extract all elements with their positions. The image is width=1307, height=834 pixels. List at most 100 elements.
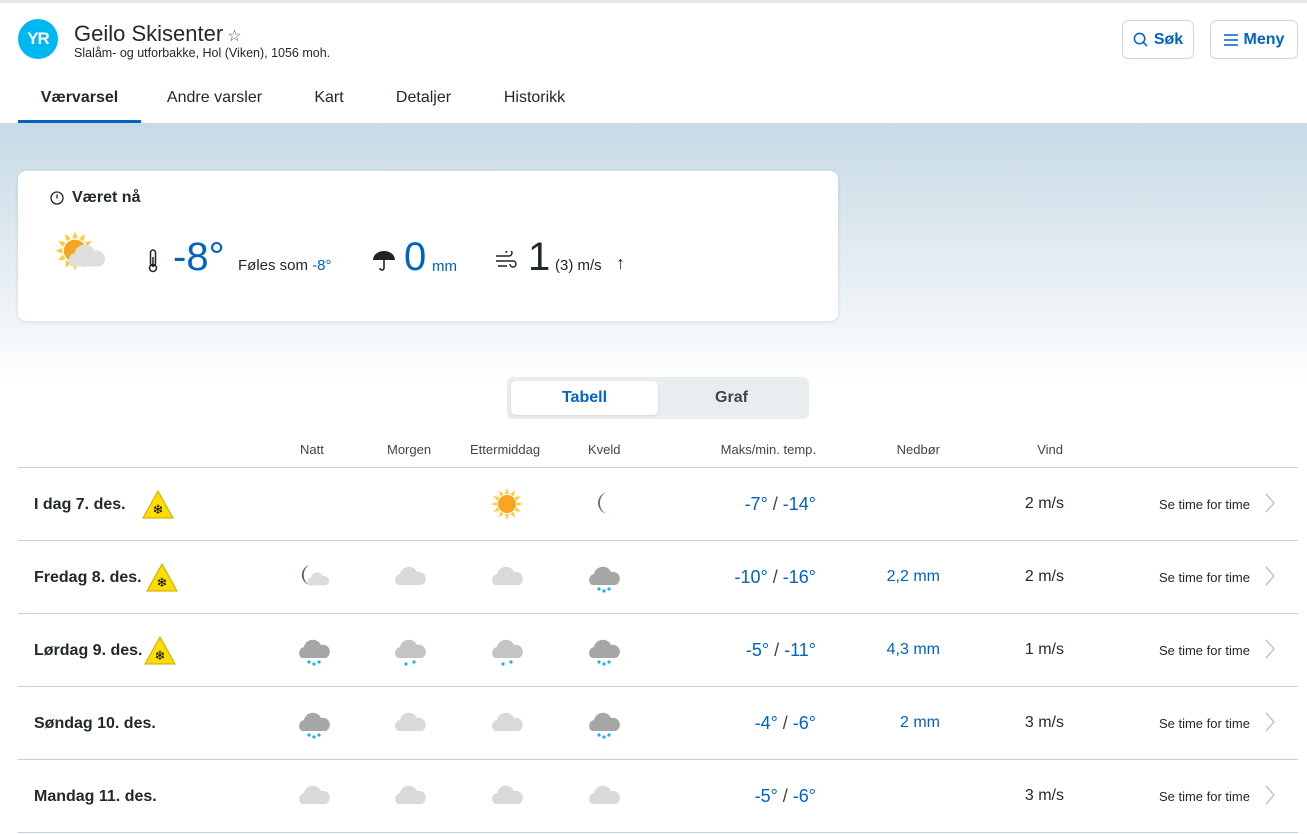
menu-label: Meny: [1243, 30, 1285, 48]
current-weather-heading: Været nå: [50, 189, 140, 207]
feels-like: Føles som -8°: [238, 257, 332, 274]
current-weather-card: Været nå -8° Føles som -8° 0 mm 1 (3) m/…: [18, 171, 838, 321]
current-wind: 1: [528, 235, 551, 279]
cloudy-icon: [487, 705, 527, 741]
thermometer-icon: [148, 249, 158, 273]
precipitation: 2,2 mm: [886, 568, 940, 585]
snow-warning-icon[interactable]: ❄: [144, 635, 176, 670]
location-title: Geilo Skisenter ☆: [74, 21, 242, 47]
table-view-button[interactable]: Tabell: [511, 381, 658, 415]
min-temp: -14°: [782, 494, 816, 514]
hour-by-hour-link[interactable]: Se time for time: [1159, 789, 1250, 804]
clock-icon: [50, 191, 64, 205]
precipitation: 2 mm: [900, 714, 940, 731]
heavy-snow-icon: [294, 705, 334, 741]
light-snow-icon: [390, 632, 430, 668]
heavy-snow-icon: [584, 559, 624, 595]
max-temp: -5°: [754, 786, 778, 806]
wind-direction-arrow-icon: ↑: [616, 253, 625, 273]
forecast-row[interactable]: Søndag 10. des. -4° / -6° 2 mm 3 m/s Se time…: [18, 686, 1298, 759]
search-label: Søk: [1153, 30, 1184, 48]
graph-view-button[interactable]: Graf: [658, 381, 805, 415]
col-wind: Vind: [1037, 442, 1063, 457]
light-snow-icon: [487, 632, 527, 668]
max-temp: -5°: [745, 640, 770, 660]
max-temp: -7°: [744, 494, 768, 514]
cloudy-icon: [390, 705, 430, 741]
hour-by-hour-link[interactable]: Se time for time: [1159, 643, 1250, 658]
max-min-temp: -5° / -11°: [745, 640, 816, 660]
forecast-row[interactable]: I dag 7. des. ❄ -7° / -14° 2 m/s Se time for…: [18, 467, 1298, 540]
wind-unit: m/s: [577, 257, 602, 274]
chevron-right-icon[interactable]: [1264, 492, 1276, 514]
day-label: Mandag 11. des.: [34, 788, 157, 805]
wind-gust: (3): [555, 257, 574, 274]
yr-logo[interactable]: YR: [18, 19, 58, 59]
chevron-right-icon[interactable]: [1264, 711, 1276, 733]
tab-kart[interactable]: Kart: [288, 86, 370, 123]
main-tabs: Værvarsel Andre varsler Kart Detaljer Hi…: [18, 86, 592, 123]
max-temp: -10°: [734, 567, 768, 587]
cloudy-icon: [584, 778, 624, 814]
min-temp: -16°: [782, 567, 816, 587]
min-temp: -11°: [784, 640, 816, 660]
svg-text:❄: ❄: [157, 575, 168, 590]
partly-cloudy-night-icon: [294, 559, 334, 595]
hamburger-icon: [1223, 33, 1238, 46]
tab-detaljer[interactable]: Detaljer: [370, 86, 477, 123]
top-border: [0, 0, 1307, 3]
wind-speed: 1 m/s: [1024, 641, 1064, 658]
min-temp: -6°: [792, 713, 816, 733]
search-icon: [1133, 32, 1148, 47]
max-min-temp: -7° / -14°: [744, 494, 816, 514]
table-bottom-border: [18, 832, 1298, 833]
day-label: Fredag 8. des.: [34, 569, 142, 586]
favorite-star-icon[interactable]: ☆: [227, 28, 241, 45]
cloudy-icon: [390, 559, 430, 595]
cloudy-icon: [390, 778, 430, 814]
menu-button[interactable]: Meny: [1210, 20, 1298, 59]
umbrella-icon: [373, 251, 395, 271]
current-precipitation: 0: [404, 235, 427, 279]
location-subtitle: Slalåm- og utforbakke, Hol (Viken), 1056…: [74, 46, 331, 60]
chevron-right-icon[interactable]: [1264, 565, 1276, 587]
max-temp: -4°: [754, 713, 778, 733]
cloudy-icon: [487, 778, 527, 814]
chevron-right-icon[interactable]: [1264, 638, 1276, 660]
tab-vaervarsel[interactable]: Værvarsel: [18, 86, 141, 123]
max-min-temp: -5° / -6°: [754, 786, 816, 806]
precipitation-unit: mm: [432, 258, 457, 275]
cloudy-icon: [294, 778, 334, 814]
heading-text: Været nå: [72, 189, 141, 206]
wind-speed: 2 m/s: [1024, 568, 1064, 585]
forecast-row[interactable]: Fredag 8. des. ❄ -10° / -16° 2,2 mm 2 m/s Se …: [18, 540, 1298, 613]
svg-text:❄: ❄: [155, 648, 166, 663]
max-min-temp: -10° / -16°: [734, 567, 816, 587]
cloudy-icon: [487, 559, 527, 595]
day-label: Lørdag 9. des.: [34, 642, 143, 659]
wind-speed: 2 m/s: [1024, 495, 1064, 512]
search-button[interactable]: Søk: [1122, 20, 1194, 59]
precipitation: 4,3 mm: [886, 641, 940, 658]
forecast-row[interactable]: Mandag 11. des. -5° / -6° 3 m/s Se time for…: [18, 759, 1298, 832]
forecast-row[interactable]: Lørdag 9. des. ❄ -5° / -11° 4,3 mm 1 m/s Se t…: [18, 613, 1298, 686]
tab-historikk[interactable]: Historikk: [477, 86, 592, 123]
hour-by-hour-link[interactable]: Se time for time: [1159, 497, 1250, 512]
day-label: Søndag 10. des.: [34, 715, 156, 732]
col-afternoon: Ettermiddag: [470, 442, 541, 457]
svg-text:❄: ❄: [153, 502, 164, 517]
col-night: Natt: [300, 442, 324, 457]
hour-by-hour-link[interactable]: Se time for time: [1159, 716, 1250, 731]
feels-like-label: Føles som: [238, 257, 309, 274]
wind-icon: [496, 251, 517, 268]
partly-cloudy-day-icon: [54, 229, 110, 281]
tab-andre-varsler[interactable]: Andre varsler: [141, 86, 288, 123]
chevron-right-icon[interactable]: [1264, 784, 1276, 806]
location-name: Geilo Skisenter: [74, 21, 224, 46]
feels-like-value: -8°: [312, 257, 332, 274]
hour-by-hour-link[interactable]: Se time for time: [1159, 570, 1250, 585]
col-evening: Kveld: [588, 442, 621, 457]
col-morning: Morgen: [387, 442, 432, 457]
snow-warning-icon[interactable]: ❄: [142, 489, 174, 524]
snow-warning-icon[interactable]: ❄: [146, 562, 178, 597]
